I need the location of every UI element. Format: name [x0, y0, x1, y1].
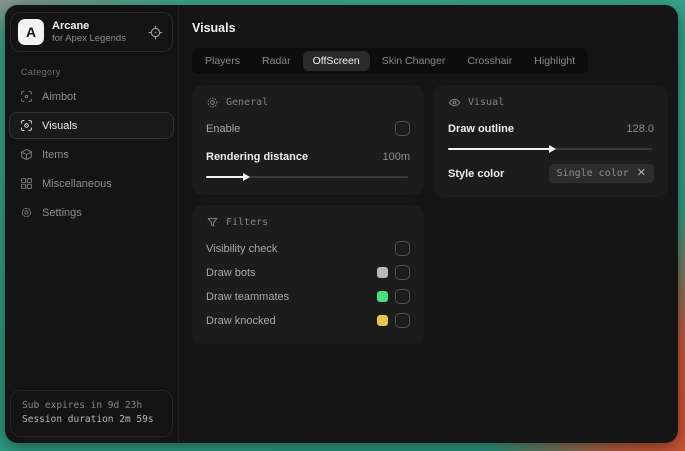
- filter-row-draw-bots: Draw bots: [206, 262, 410, 283]
- general-panel: General Enable Rendering distance 100m: [192, 85, 424, 195]
- enable-row: Enable: [206, 118, 410, 139]
- filter-checkbox[interactable]: [395, 313, 410, 328]
- filters-panel: Filters Visibility check Draw bots Draw te…: [192, 205, 424, 344]
- filter-controls: [377, 289, 410, 304]
- enable-checkbox[interactable]: [395, 121, 410, 136]
- subscription-card: Sub expires in 9d 23h Session duration 2…: [10, 390, 173, 437]
- rendering-distance-slider[interactable]: [206, 172, 410, 182]
- eye-icon: [448, 96, 461, 109]
- tab-crosshair[interactable]: Crosshair: [457, 51, 522, 71]
- right-column: Visual Draw outline 128.0 Style color Si…: [434, 85, 668, 197]
- tab-highlight[interactable]: Highlight: [524, 51, 585, 71]
- rendering-distance-value: 100m: [382, 150, 410, 163]
- main-area: Visuals Players Radar OffScreen Skin Change…: [179, 5, 678, 443]
- miscellaneous-icon: [20, 177, 33, 190]
- sidebar-item-miscellaneous[interactable]: Miscellaneous: [9, 170, 174, 197]
- filters-panel-header: Filters: [206, 216, 410, 229]
- style-color-select[interactable]: Single color ✕: [548, 164, 654, 183]
- sub-expires-text: Sub expires in 9d 23h: [22, 400, 143, 411]
- enable-label: Enable: [206, 122, 241, 135]
- sidebar-item-items[interactable]: Items: [9, 141, 174, 168]
- filter-checkbox[interactable]: [395, 289, 410, 304]
- brand-card: A Arcane for Apex Legends: [10, 12, 173, 52]
- draw-outline-value: 128.0: [626, 122, 654, 135]
- rendering-distance-label: Rendering distance: [206, 150, 309, 163]
- page-title: Visuals: [192, 21, 236, 35]
- aimbot-icon: [20, 90, 33, 103]
- color-swatch[interactable]: [377, 267, 388, 278]
- filter-row-draw-knocked: Draw knocked: [206, 310, 410, 331]
- rendering-distance-row: Rendering distance 100m: [206, 146, 410, 167]
- funnel-icon: [206, 216, 219, 229]
- slider-fill: [448, 148, 554, 150]
- filter-label: Draw bots: [206, 266, 256, 279]
- visual-panel-title: Visual: [468, 97, 505, 108]
- color-swatch[interactable]: [377, 315, 388, 326]
- style-color-value: Single color: [556, 168, 629, 179]
- app-window: A Arcane for Apex Legends Category Aimbo…: [5, 5, 678, 443]
- target-icon[interactable]: [148, 25, 163, 40]
- sidebar-item-aimbot[interactable]: Aimbot: [9, 83, 174, 110]
- sidebar: A Arcane for Apex Legends Category Aimbo…: [5, 5, 179, 443]
- visual-panel: Visual Draw outline 128.0 Style color Si…: [434, 85, 668, 197]
- close-icon[interactable]: ✕: [637, 168, 646, 179]
- sidebar-item-settings[interactable]: Settings: [9, 199, 174, 226]
- slider-fill: [206, 176, 247, 178]
- items-icon: [20, 148, 33, 161]
- filters-panel-title: Filters: [226, 217, 269, 228]
- tab-players[interactable]: Players: [195, 51, 250, 71]
- filter-label: Draw teammates: [206, 290, 290, 303]
- draw-outline-row: Draw outline 128.0: [448, 118, 654, 139]
- filter-controls: [377, 313, 410, 328]
- style-color-row: Style color Single color ✕: [448, 163, 654, 184]
- filter-label: Draw knocked: [206, 314, 276, 327]
- slider-thumb[interactable]: [549, 145, 557, 153]
- filter-checkbox[interactable]: [395, 265, 410, 280]
- left-column: General Enable Rendering distance 100m F…: [192, 85, 424, 344]
- tab-radar[interactable]: Radar: [252, 51, 301, 71]
- category-label: Category: [21, 67, 61, 77]
- color-swatch[interactable]: [377, 291, 388, 302]
- visuals-icon: [20, 119, 33, 132]
- slider-thumb[interactable]: [242, 173, 250, 181]
- general-panel-header: General: [206, 96, 410, 109]
- style-color-label: Style color: [448, 167, 505, 180]
- app-subtitle: for Apex Legends: [52, 32, 126, 44]
- tab-offscreen[interactable]: OffScreen: [302, 51, 370, 71]
- sidebar-item-label: Aimbot: [42, 90, 77, 103]
- filter-controls: [377, 265, 410, 280]
- sidebar-item-label: Visuals: [42, 119, 78, 132]
- sidebar-item-label: Items: [42, 148, 69, 161]
- content-grid: General Enable Rendering distance 100m F…: [192, 85, 668, 344]
- tab-skin-changer[interactable]: Skin Changer: [372, 51, 456, 71]
- filter-checkbox[interactable]: [395, 241, 410, 256]
- filter-rows: Visibility check Draw bots Draw teammates D…: [206, 238, 410, 331]
- session-duration-text: Session duration 2m 59s: [22, 414, 154, 425]
- tab-bar: Players Radar OffScreen Skin Changer Crossha…: [192, 48, 589, 74]
- general-panel-title: General: [226, 97, 269, 108]
- draw-outline-label: Draw outline: [448, 122, 515, 135]
- filter-controls: [395, 241, 410, 256]
- app-name: Arcane: [52, 19, 90, 32]
- sidebar-nav: Aimbot Visuals Items Miscellaneous Settings: [9, 83, 174, 226]
- filter-row-draw-teammates: Draw teammates: [206, 286, 410, 307]
- draw-outline-slider[interactable]: [448, 144, 654, 154]
- visual-panel-header: Visual: [448, 96, 654, 109]
- filter-row-visibility-check: Visibility check: [206, 238, 410, 259]
- sun-icon: [206, 96, 219, 109]
- app-logo: A: [18, 19, 44, 45]
- brand-text: Arcane for Apex Legends: [52, 20, 148, 45]
- sidebar-item-visuals[interactable]: Visuals: [9, 112, 174, 139]
- sidebar-item-label: Settings: [42, 206, 82, 219]
- sidebar-item-label: Miscellaneous: [42, 177, 112, 190]
- filter-label: Visibility check: [206, 242, 278, 255]
- settings-icon: [20, 206, 33, 219]
